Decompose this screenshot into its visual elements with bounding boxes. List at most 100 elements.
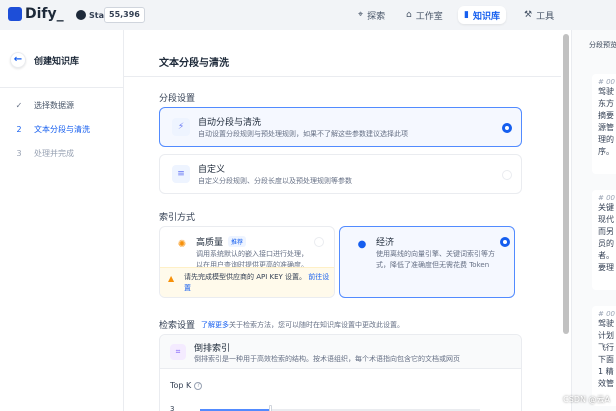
inverted-index-title: 倒排索引 <box>194 344 231 354</box>
chunk-tag: # 00 <box>598 78 615 86</box>
nav-explore-label: 探索 <box>367 11 386 22</box>
nav-knowledge-label: 知识库 <box>472 11 500 22</box>
nav-explore[interactable]: ⌖ 探索 <box>352 6 391 24</box>
chunk-line: 要理 <box>598 263 614 272</box>
warning-icon: ▲ <box>168 274 175 283</box>
topk-label-row: Top K ? <box>170 381 203 390</box>
custom-segment-radio[interactable] <box>502 170 512 180</box>
chunk-line: 驾驶 <box>598 87 614 96</box>
scrollbar-thumb[interactable] <box>563 34 569 334</box>
step-number: 3 <box>16 149 22 158</box>
chunk-line: 计划 <box>598 331 614 340</box>
learn-more-link[interactable]: 了解更多 <box>201 321 229 329</box>
high-quality-radio[interactable] <box>314 237 324 247</box>
top-nav-bar: Dify_ Star 55,396 ⌖ 探索 ⌂ 工作室 ▮ 知识库 ⚒ 工具 <box>0 0 616 30</box>
logo-text: Dify_ <box>25 6 64 22</box>
chunk-tag: # 00 <box>598 194 615 202</box>
auto-segment-radio[interactable] <box>502 123 512 133</box>
chunk-line: 摘要 <box>598 111 614 120</box>
chunk-line: 1 精 <box>598 367 614 376</box>
topk-label: Top K <box>170 381 192 390</box>
chunk-tag: # 00 <box>598 310 615 318</box>
dify-logo-icon <box>8 7 22 21</box>
step-segment-clean: 2 文本分段与清洗 <box>14 124 90 135</box>
studio-icon: ⌂ <box>406 10 412 20</box>
create-knowledge-title: 创建知识库 <box>34 56 80 67</box>
retrieval-settings-title: 检索设置 <box>159 321 196 331</box>
step-label: 文本分段与清洗 <box>34 125 90 134</box>
arrow-left-icon: ← <box>13 54 23 65</box>
segment-settings-title: 分段设置 <box>159 94 196 104</box>
retrieval-hint-text: 关于检索方法，您可以随时在知识库设置中更改此设置。 <box>229 320 405 329</box>
step-sidebar: ← 创建知识库 ✓ 选择数据源 2 文本分段与清洗 3 处理并完成 <box>0 30 124 411</box>
chunk-line: 东方 <box>598 99 614 108</box>
step-label: 选择数据源 <box>34 101 74 110</box>
hammer-icon: ⚒ <box>524 10 533 20</box>
chunk-line: 关键 <box>598 203 614 212</box>
high-quality-title-row: 高质量 推荐 <box>196 235 247 248</box>
custom-segment-desc: 自定义分段规则、分段长度以及预处理规则等参数 <box>198 177 352 185</box>
sliders-icon: ≡ <box>172 165 190 183</box>
topk-slider-thumb[interactable] <box>269 405 272 411</box>
chunk-line: 理的 <box>598 135 614 144</box>
high-quality-desc-line1: 调用系统默认的嵌入接口进行处理， <box>196 250 308 258</box>
nav-tools-label: 工具 <box>536 11 555 22</box>
help-icon[interactable]: ? <box>194 381 203 390</box>
index-icon: ⌗ <box>170 344 186 360</box>
warning-text: 请先完成模型供应商的 API KEY 设置。 <box>184 273 307 281</box>
high-quality-title: 高质量 <box>196 238 224 248</box>
nav-studio-label: 工作室 <box>415 11 443 22</box>
main-panel: 文本分段与清洗 分段设置 ⚡ 自动分段与清洗 自动设置分段规则与预处理规则，如果… <box>124 30 561 411</box>
custom-segment-option[interactable]: ≡ 自定义 自定义分段规则、分段长度以及预处理规则等参数 <box>159 154 522 194</box>
main-scrollbar[interactable] <box>561 30 571 411</box>
sparkle-icon: ⚡ <box>172 118 190 136</box>
divider <box>124 76 561 77</box>
economy-option[interactable]: ● 经济 使用离线的向量引擎、关键词索引等方式，降低了准确度但无需花费 Toke… <box>339 226 515 298</box>
chunk-line: 现代 <box>598 215 614 224</box>
high-quality-option[interactable]: ✺ 高质量 推荐 调用系统默认的嵌入接口进行处理， 以在用户查询时提供更高的准确… <box>159 226 335 298</box>
economy-title-row: 经济 <box>376 235 394 248</box>
chunk-line: 飞行 <box>598 343 614 352</box>
economy-radio[interactable] <box>500 237 510 247</box>
chunk-line: 效管 <box>598 379 614 388</box>
inverted-index-desc: 倒排索引是一种用于高效检索的结构。按术语组织，每个术语指向包含它的文档或网页 <box>194 355 460 363</box>
step-process-finish: 3 处理并完成 <box>14 148 74 159</box>
economy-title: 经济 <box>376 238 395 248</box>
back-row: ← 创建知识库 <box>10 52 79 68</box>
dify-logo[interactable]: Dify_ <box>8 6 64 22</box>
custom-segment-title: 自定义 <box>198 165 226 175</box>
inverted-index-header: ⌗ 倒排索引 倒排索引是一种用于高效检索的结构。按术语组织，每个术语指向包含它的… <box>160 335 521 369</box>
auto-segment-option[interactable]: ⚡ 自动分段与清洗 自动设置分段规则与预处理规则，如果不了解这些参数建议选择此项 <box>159 107 522 147</box>
index-method-title: 索引方式 <box>159 213 196 223</box>
check-icon: ✓ <box>15 101 23 110</box>
topk-value[interactable]: 3 <box>170 405 174 411</box>
page-title: 文本分段与清洗 <box>159 58 229 69</box>
back-button[interactable]: ← <box>10 52 26 68</box>
chunk-line: 源管 <box>598 123 614 132</box>
step-number: 2 <box>16 125 22 134</box>
nav-tools[interactable]: ⚒ 工具 <box>518 6 560 24</box>
step-label: 处理并完成 <box>34 149 74 158</box>
auto-segment-desc: 自动设置分段规则与预处理规则，如果不了解这些参数建议选择此项 <box>198 130 408 138</box>
star-burst-icon: ✺ <box>177 239 187 250</box>
github-star-count[interactable]: 55,396 <box>104 7 145 23</box>
preview-title: 分段预览 <box>589 41 616 49</box>
chunk-line: 序。 <box>598 147 614 156</box>
retrieval-settings-header: 检索设置 了解更多关于检索方法，您可以随时在知识库设置中更改此设置。 <box>159 318 404 332</box>
auto-segment-title: 自动分段与清洗 <box>198 118 262 128</box>
recommended-badge: 推荐 <box>228 236 247 247</box>
github-icon <box>76 10 86 20</box>
compass-icon: ⌖ <box>358 10 364 20</box>
chunk-line: 而另 <box>598 227 614 236</box>
preview-chunk: # 00 关键 现代 而另 员的 者。 要理 <box>592 190 616 290</box>
chunk-line: 者。 <box>598 251 614 260</box>
book-icon: ▮ <box>464 10 469 20</box>
piggy-bank-icon: ● <box>357 239 367 250</box>
nav-knowledge[interactable]: ▮ 知识库 <box>458 6 506 24</box>
divider <box>0 87 124 88</box>
retrieval-settings-hint: 了解更多关于检索方法，您可以随时在知识库设置中更改此设置。 <box>201 320 404 330</box>
nav-studio[interactable]: ⌂ 工作室 <box>400 6 449 24</box>
preview-chunk: # 00 驾驶 东方 摘要 源管 理的 序。 <box>592 74 616 174</box>
csdn-watermark: CSDN @云A <box>563 395 610 404</box>
api-key-warning: ▲ 请先完成模型供应商的 API KEY 设置。 前往设置 <box>160 267 334 297</box>
